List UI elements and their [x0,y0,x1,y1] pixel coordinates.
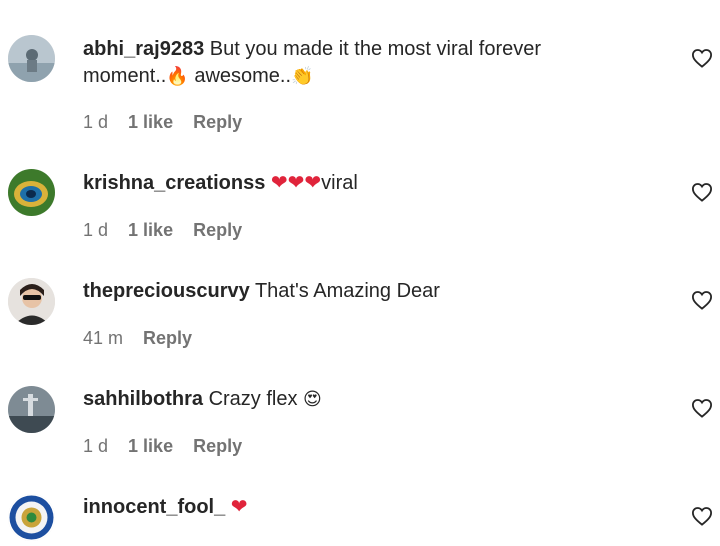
avatar[interactable] [8,169,55,216]
avatar[interactable] [8,35,55,82]
comment-time: 1 d [83,436,109,456]
comment-body: But you made it the most viral forever [209,38,542,60]
comment-username[interactable]: thepreciouscurvy [83,280,250,302]
clapping-emoji: 👏 [291,66,314,87]
heart-eyes-emoji: 😍 [303,389,322,410]
avatar[interactable] [8,386,55,433]
likes-count[interactable]: 1 like [128,436,173,456]
heart-emoji: ❤ [230,496,248,518]
comment-meta: 41 m Reply [83,328,207,349]
comment-body: That's Amazing Dear [254,280,440,302]
heart-icon[interactable] [691,506,713,526]
comment-text: sahhilbothra Crazy flex 😍 [83,386,643,413]
comment-body: moment.. [83,65,167,87]
avatar[interactable] [8,278,55,325]
comment-username[interactable]: sahhilbothra [83,388,203,410]
comment-text: innocent_fool_ ❤ [83,494,643,521]
comment-time: 1 d [83,112,109,132]
fire-emoji: 🔥 [166,66,189,87]
likes-count[interactable]: 1 like [128,220,173,240]
comment-body: Crazy flex [208,388,298,410]
heart-icon[interactable] [691,398,713,418]
comment-meta: 1 d 1 like Reply [83,436,257,457]
reply-button[interactable]: Reply [193,112,242,132]
heart-emoji: ❤❤❤ [270,172,322,194]
comment-meta: 1 d 1 like Reply [83,112,257,133]
heart-icon[interactable] [691,48,713,68]
comment-text: abhi_raj9283 But you made it the most vi… [83,36,643,90]
likes-count[interactable]: 1 like [128,112,173,132]
heart-icon[interactable] [691,182,713,202]
comment-username[interactable]: krishna_creationss [83,172,265,194]
comment-body: viral [321,172,358,194]
comment-text: krishna_creationss ❤❤❤viral [83,170,643,197]
reply-button[interactable]: Reply [193,220,242,240]
comment-body: awesome.. [188,65,292,87]
heart-icon[interactable] [691,290,713,310]
comment-time: 1 d [83,220,109,240]
comment-text: thepreciouscurvy That's Amazing Dear [83,278,643,305]
reply-button[interactable]: Reply [193,436,242,456]
comment-username[interactable]: innocent_fool_ [83,496,225,518]
reply-button[interactable]: Reply [143,328,192,348]
avatar[interactable] [8,494,55,541]
comment-time: 41 m [83,328,124,348]
comment-username[interactable]: abhi_raj9283 [83,38,204,60]
comment-meta: 1 d 1 like Reply [83,220,257,241]
